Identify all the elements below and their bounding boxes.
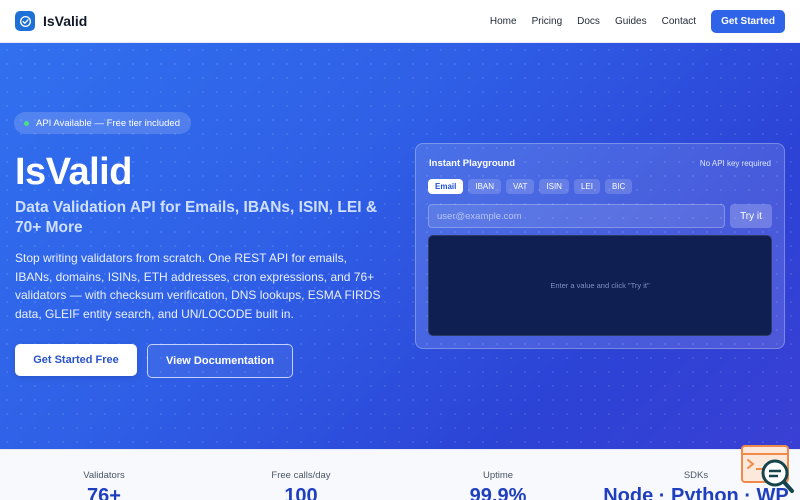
playground-output: Enter a value and click "Try it": [428, 235, 772, 336]
try-it-button[interactable]: Try it: [730, 204, 772, 228]
stat-validators: Validators 76+: [4, 450, 204, 500]
hero-subtitle: Data Validation API for Emails, IBANs, I…: [15, 199, 378, 236]
nav-link-guides[interactable]: Guides: [615, 16, 647, 27]
hero-description: Stop writing validators from scratch. On…: [15, 251, 381, 321]
stat-label: Uptime: [482, 470, 514, 481]
top-navbar: IsValid Home Pricing Docs Guides Contact…: [0, 0, 800, 43]
tab-lei[interactable]: LEI: [573, 179, 600, 194]
tab-isin[interactable]: ISIN: [539, 179, 569, 194]
check-circle-icon: [15, 11, 35, 31]
stat-uptime: Uptime 99.9%: [398, 450, 598, 500]
nav-link-pricing[interactable]: Pricing: [532, 16, 563, 27]
playground-input[interactable]: [428, 204, 725, 228]
validator-tabs: Email IBAN VAT ISIN LEI BIC: [428, 179, 633, 194]
brand[interactable]: IsValid: [15, 11, 87, 31]
badge-text: API Available — Free tier included: [36, 117, 180, 129]
nav-link-home[interactable]: Home: [490, 16, 517, 27]
brand-name: IsValid: [43, 13, 88, 29]
api-available-badge: API Available — Free tier included: [14, 112, 191, 134]
hero-title: IsValid: [15, 151, 132, 193]
instant-playground-card: Instant Playground No API key required E…: [415, 143, 785, 349]
tab-vat[interactable]: VAT: [506, 179, 535, 194]
tab-email[interactable]: Email: [428, 179, 464, 194]
stats-strip: Validators 76+ Free calls/day 100 Uptime…: [0, 449, 800, 500]
stat-free-calls: Free calls/day 100: [201, 450, 401, 500]
output-hint: Enter a value and click "Try it": [550, 281, 650, 290]
nav-link-contact[interactable]: Contact: [662, 16, 696, 27]
tab-bic[interactable]: BIC: [604, 179, 633, 194]
search-terminal-icon[interactable]: [740, 443, 796, 495]
nav-link-docs[interactable]: Docs: [577, 16, 600, 27]
status-dot-icon: [24, 120, 29, 126]
playground-note: No API key required: [699, 159, 771, 168]
stat-label: Free calls/day: [271, 470, 331, 481]
hero-section: API Available — Free tier included IsVal…: [0, 43, 800, 449]
stat-label: Validators: [83, 470, 125, 481]
stat-value: 100: [284, 485, 318, 500]
playground-title: Instant Playground: [429, 158, 516, 169]
tab-iban[interactable]: IBAN: [468, 179, 502, 194]
get-started-button[interactable]: Get Started: [711, 9, 785, 33]
stat-value: 99.9%: [469, 485, 527, 500]
nav-links: Home Pricing Docs Guides Contact Get Sta…: [490, 9, 785, 33]
stat-value: 76+: [87, 485, 121, 500]
get-started-free-button[interactable]: Get Started Free: [15, 344, 137, 376]
view-documentation-button[interactable]: View Documentation: [147, 344, 293, 378]
